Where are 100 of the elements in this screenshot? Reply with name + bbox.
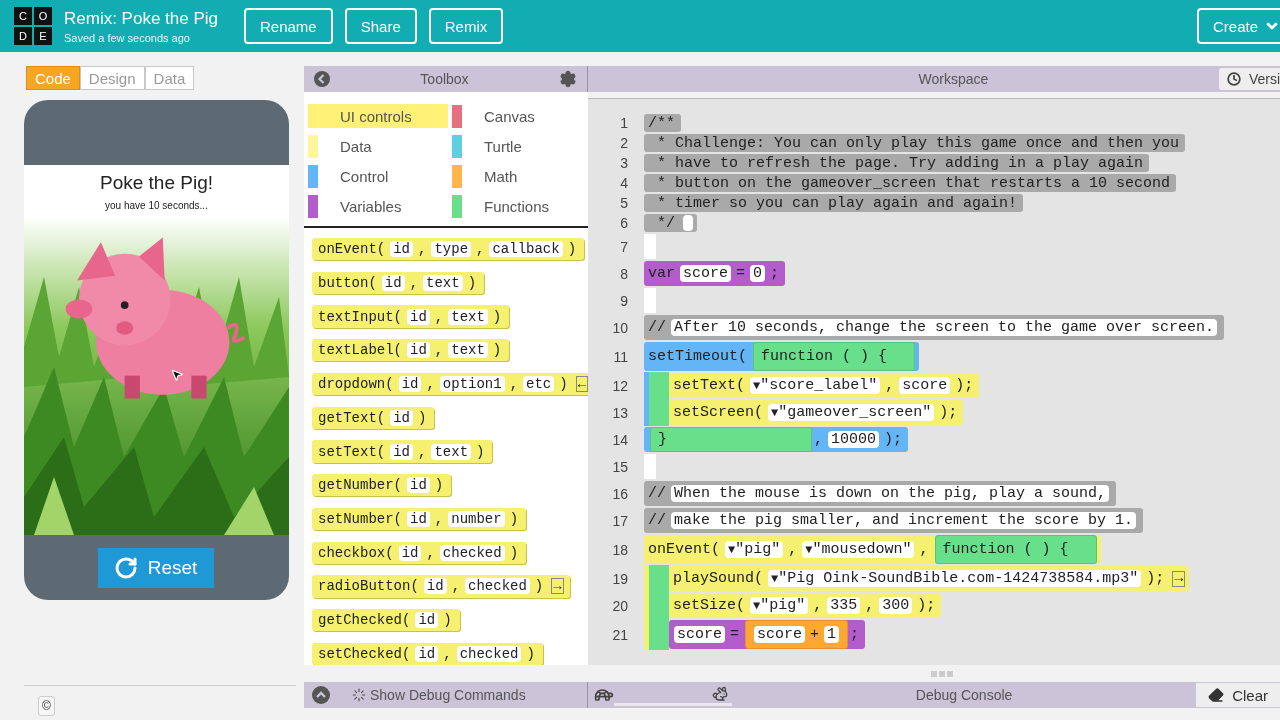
text-slot[interactable]: id bbox=[390, 241, 414, 258]
dropdown-slot[interactable]: ▼"pig" bbox=[725, 541, 784, 558]
text-slot[interactable]: text bbox=[448, 308, 488, 325]
back-icon[interactable] bbox=[314, 71, 330, 87]
palette-block[interactable]: getChecked( id ) bbox=[312, 609, 460, 632]
text-slot[interactable]: score bbox=[899, 377, 951, 394]
category-item[interactable]: Canvas bbox=[452, 104, 592, 128]
text-slot[interactable]: 300 bbox=[879, 597, 913, 614]
palette-block[interactable]: setNumber( id , number ) bbox=[312, 507, 527, 531]
text-slot[interactable]: id bbox=[423, 578, 447, 595]
clear-button[interactable]: Clear bbox=[1196, 683, 1280, 707]
text-slot[interactable]: id bbox=[398, 544, 422, 561]
code-block[interactable]: score + 1 bbox=[745, 620, 849, 649]
category-item[interactable]: Data bbox=[308, 134, 448, 158]
code-block[interactable]: setText( ▼"score_label" , score ); bbox=[669, 373, 980, 398]
text-slot[interactable]: 0 bbox=[750, 265, 766, 282]
palette-block[interactable]: checkbox( id , checked ) bbox=[312, 541, 527, 564]
text-slot[interactable]: id bbox=[390, 409, 414, 426]
text-slot[interactable]: id bbox=[390, 443, 414, 460]
palette-block[interactable]: button( id , text ) bbox=[312, 271, 485, 294]
text-slot[interactable]: text bbox=[448, 342, 488, 359]
text-slot[interactable]: After 10 seconds, change the screen to the game over screen. bbox=[671, 319, 1218, 336]
code-block[interactable]: // make the pig smaller, and increment the score by 1. bbox=[644, 508, 1144, 533]
workspace-title: Workspace bbox=[917, 71, 990, 87]
dropdown-slot[interactable]: ▼"pig" bbox=[750, 597, 809, 614]
text-slot[interactable]: id bbox=[398, 376, 422, 393]
category-item[interactable]: Turtle bbox=[452, 134, 592, 158]
dropdown-slot[interactable]: ▼"score_label" bbox=[750, 377, 881, 394]
palette-block[interactable]: radioButton( id , checked ) → bbox=[312, 575, 570, 598]
category-item[interactable]: UI controls bbox=[308, 104, 448, 128]
version-button[interactable]: Versi bbox=[1218, 68, 1280, 90]
palette-block[interactable]: textLabel( id , text ) bbox=[312, 339, 510, 362]
text-slot[interactable]: score bbox=[754, 626, 806, 643]
code-block[interactable]: function ( ) { bbox=[934, 535, 1097, 564]
text-slot[interactable]: make the pig smaller, and increment the score by 1. bbox=[671, 512, 1137, 529]
code-text: setScreen( bbox=[672, 404, 764, 421]
text-slot[interactable]: When the mouse is down on the pig, play a sound, bbox=[671, 485, 1110, 502]
text-slot[interactable]: 1 bbox=[824, 626, 840, 643]
code-block[interactable]: function ( ) { bbox=[753, 342, 916, 371]
palette-block[interactable]: textInput( id , text ) bbox=[312, 305, 510, 328]
text-slot[interactable]: etc bbox=[523, 376, 555, 393]
text-slot[interactable]: text bbox=[431, 443, 472, 460]
code-text: radioButton( bbox=[317, 578, 420, 595]
code-block[interactable]: // When the mouse is down on the pig, play a sound, bbox=[644, 481, 1117, 506]
text-slot[interactable]: id bbox=[407, 511, 430, 527]
text-slot[interactable]: id bbox=[407, 308, 430, 325]
show-debug-commands-link[interactable]: Show Debug Commands bbox=[352, 687, 526, 703]
palette-block[interactable]: getText( id ) bbox=[312, 406, 435, 429]
comment-block[interactable]: /** bbox=[644, 114, 681, 132]
comment-block[interactable]: */ bbox=[644, 214, 697, 232]
code-block[interactable]: var score = 0 ; bbox=[644, 261, 786, 286]
text-slot[interactable]: 335 bbox=[827, 597, 861, 614]
app-title: Poke the Pig! bbox=[100, 172, 213, 194]
expand-icon[interactable] bbox=[312, 686, 330, 704]
category-item[interactable]: Math bbox=[452, 164, 592, 188]
code-block[interactable]: // After 10 seconds, change the screen to the game over screen. bbox=[644, 315, 1225, 340]
code-block[interactable]: playSound( ▼"Pig Oink-SoundBible.com-1424738584.mp3" ); → bbox=[669, 566, 1190, 591]
palette-block[interactable]: setChecked( id , checked ) bbox=[312, 642, 543, 665]
code-block[interactable]: setSize( ▼"pig" , 335 , 300 ); bbox=[669, 593, 942, 618]
arrow-toggle[interactable]: → bbox=[551, 578, 564, 595]
text-slot[interactable]: callback bbox=[489, 241, 563, 258]
settings-icon[interactable] bbox=[559, 70, 577, 88]
code-text: ) bbox=[433, 477, 445, 494]
arrow-toggle[interactable]: → bbox=[1172, 570, 1186, 587]
arrow-toggle[interactable]: ← bbox=[575, 376, 588, 393]
palette-block[interactable]: dropdown( id , option1 , etc ) ← bbox=[312, 372, 588, 396]
text-slot[interactable]: number bbox=[448, 511, 505, 527]
code-block[interactable]: onEvent( ▼"pig" , ▼"mousedown" , function ( ) { bbox=[644, 535, 1101, 564]
resize-grip-icon[interactable] bbox=[931, 670, 953, 677]
text-slot[interactable]: 10000 bbox=[828, 431, 880, 448]
palette-block[interactable]: onEvent( id , type , callback ) bbox=[312, 238, 585, 261]
text-slot[interactable]: score bbox=[680, 265, 732, 282]
text-slot[interactable]: id bbox=[415, 645, 439, 662]
code-block[interactable]: score = score + 1 ; bbox=[669, 620, 866, 649]
text-slot[interactable]: checked bbox=[439, 544, 505, 561]
text-slot[interactable]: checked bbox=[465, 578, 530, 595]
palette-block[interactable]: setText( id , text ) bbox=[312, 440, 493, 463]
category-item[interactable]: Control bbox=[308, 164, 448, 188]
dropdown-slot[interactable]: ▼"gameover_screen" bbox=[768, 404, 935, 421]
text-slot[interactable]: score bbox=[674, 626, 725, 643]
category-item[interactable]: Functions bbox=[452, 194, 592, 218]
code-block[interactable]: } , 10000 ); bbox=[644, 427, 909, 452]
category-item[interactable]: Variables bbox=[308, 194, 448, 218]
project-title: Remix: Poke the Pig bbox=[64, 8, 219, 29]
palette-block[interactable]: getNumber( id ) bbox=[312, 474, 452, 497]
text-slot[interactable]: option1 bbox=[439, 376, 505, 393]
logo[interactable]: C O D E bbox=[14, 7, 52, 45]
text-slot[interactable]: text bbox=[423, 274, 463, 291]
code-block[interactable]: setScreen( ▼"gameover_screen" ); bbox=[669, 400, 964, 425]
text-slot[interactable]: type bbox=[431, 241, 472, 258]
dropdown-slot[interactable]: ▼"Pig Oink-SoundBible.com-1424738584.mp3" bbox=[768, 570, 1142, 587]
text-slot[interactable]: id bbox=[381, 274, 405, 291]
code-block[interactable]: setTimeout( function ( ) { bbox=[644, 342, 920, 371]
text-slot[interactable]: checked bbox=[456, 645, 522, 662]
code-text: , bbox=[864, 597, 876, 614]
dropdown-slot[interactable]: ▼"mousedown" bbox=[802, 541, 915, 558]
copyright-button[interactable]: © bbox=[38, 696, 55, 716]
text-slot[interactable]: id bbox=[415, 612, 439, 629]
text-slot[interactable]: id bbox=[407, 342, 430, 359]
text-slot[interactable]: id bbox=[407, 477, 430, 494]
